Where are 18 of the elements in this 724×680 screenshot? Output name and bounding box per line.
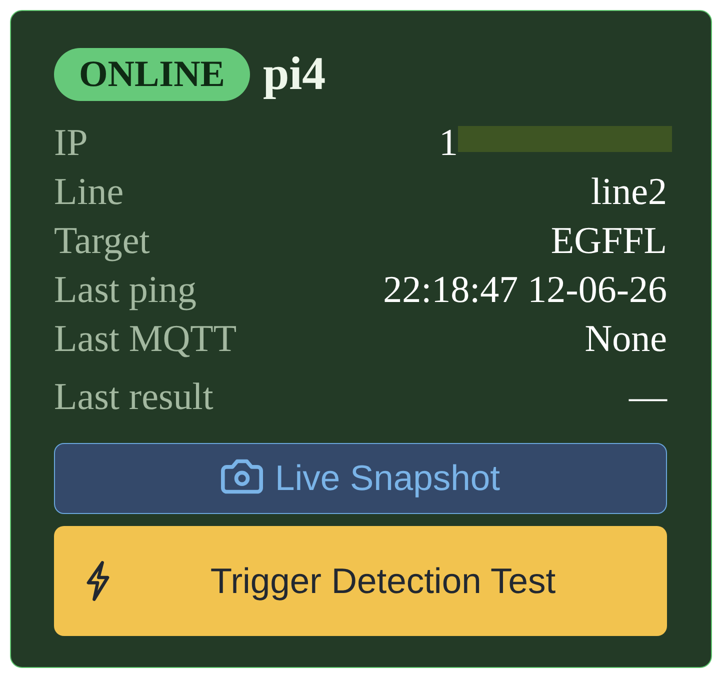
live-snapshot-button[interactable]: Live Snapshot <box>54 443 667 514</box>
field-value: 1 <box>439 121 458 166</box>
field-label: Last MQTT <box>54 317 237 362</box>
field-value: line2 <box>591 170 667 215</box>
field-label: Last ping <box>54 268 196 313</box>
field-value: None <box>584 317 667 362</box>
field-label: Target <box>54 219 150 264</box>
trigger-test-button[interactable]: Trigger Detection Test <box>54 526 667 636</box>
field-label: Last result <box>54 375 214 420</box>
field-value: — <box>629 375 667 420</box>
camera-icon <box>221 459 263 494</box>
field-value: EGFFL <box>550 219 667 264</box>
field-label: IP <box>54 121 88 166</box>
field-value: 22:18:47 12-06-26 <box>383 268 667 313</box>
status-badge: ONLINE <box>54 48 250 101</box>
device-name: pi4 <box>262 48 326 101</box>
lightning-bolt-icon <box>84 560 112 602</box>
field-label: Line <box>54 170 124 215</box>
